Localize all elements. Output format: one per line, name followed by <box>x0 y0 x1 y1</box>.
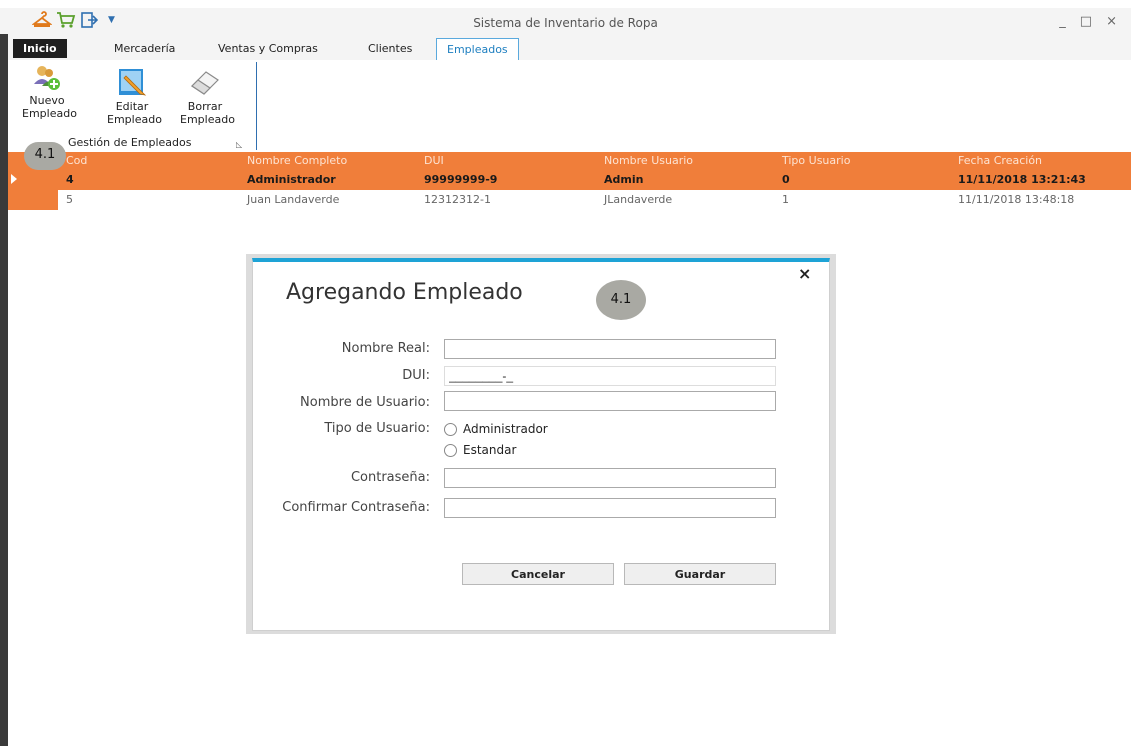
table-row[interactable]: 5 Juan Landaverde 12312312-1 JLandaverde… <box>8 190 1131 210</box>
tab-empleados[interactable]: Empleados <box>436 38 519 61</box>
cell-nombre: Administrador <box>247 173 336 186</box>
radio-estandar-label: Estandar <box>463 443 517 457</box>
row-header-cell[interactable] <box>8 190 58 210</box>
column-header-cod[interactable]: Cod <box>66 152 87 170</box>
cell-tipo: 0 <box>782 173 790 186</box>
cell-usuario: Admin <box>604 173 644 186</box>
cell-tipo: 1 <box>782 193 789 206</box>
contrasena-input[interactable] <box>444 468 776 488</box>
column-header-dui[interactable]: DUI <box>424 152 444 170</box>
table-row[interactable]: 4 Administrador 99999999-9 Admin 0 11/11… <box>8 170 1131 190</box>
window-controls: _ □ × <box>1059 14 1117 29</box>
radio-estandar[interactable]: Estandar <box>444 443 516 457</box>
cancel-button[interactable]: Cancelar <box>462 563 614 585</box>
cell-nombre: Juan Landaverde <box>247 193 340 206</box>
nuevo-empleado-label: Nuevo Empleado <box>22 94 77 120</box>
step-badge: 4.1 <box>24 142 66 170</box>
cell-cod: 5 <box>66 193 73 206</box>
row-selector-arrow-icon <box>11 174 17 184</box>
column-header-usuario[interactable]: Nombre Usuario <box>604 152 693 170</box>
ribbon-group-separator <box>256 62 257 150</box>
maximize-button[interactable]: □ <box>1080 14 1092 29</box>
app-title: Sistema de Inventario de Ropa <box>473 16 658 30</box>
radio-administrador[interactable]: Administrador <box>444 422 548 436</box>
editar-empleado-label: Editar Empleado <box>107 100 162 126</box>
radio-circle-icon <box>444 443 457 457</box>
step-badge: 4.1 <box>596 280 646 320</box>
tab-inicio[interactable]: Inicio <box>13 39 67 58</box>
radio-circle-icon <box>444 422 457 436</box>
left-edge-bar <box>0 34 8 746</box>
dui-input[interactable] <box>444 366 776 386</box>
confirmar-contrasena-input[interactable] <box>444 498 776 518</box>
dialog-title: Agregando Empleado <box>286 280 523 305</box>
cell-fecha: 11/11/2018 13:21:43 <box>958 173 1086 186</box>
nombre-real-label: Nombre Real: <box>341 341 430 356</box>
close-window-button[interactable]: × <box>1106 14 1117 29</box>
cell-dui: 99999999-9 <box>424 173 498 186</box>
cell-fecha: 11/11/2018 13:48:18 <box>958 193 1075 206</box>
close-icon[interactable]: × <box>798 264 811 283</box>
radio-administrador-label: Administrador <box>463 422 548 436</box>
add-user-icon <box>32 64 62 92</box>
minimize-button[interactable]: _ <box>1059 14 1066 29</box>
column-header-fecha[interactable]: Fecha Creación <box>958 152 1042 170</box>
tipo-usuario-label: Tipo de Usuario: <box>324 421 430 436</box>
borrar-empleado-label: Borrar Empleado <box>180 100 235 126</box>
tab-mercaderia[interactable]: Mercadería <box>104 38 185 60</box>
editar-empleado-button[interactable]: Editar Empleado <box>107 66 162 126</box>
tab-clientes[interactable]: Clientes <box>358 38 422 60</box>
grid-header: Cod Nombre Completo DUI Nombre Usuario T… <box>8 152 1131 170</box>
group-launcher-icon[interactable]: ◺ <box>236 140 242 149</box>
dui-label: DUI: <box>402 368 430 383</box>
column-header-nombre[interactable]: Nombre Completo <box>247 152 347 170</box>
edit-icon <box>116 66 148 98</box>
contrasena-label: Contraseña: <box>350 470 430 485</box>
save-button[interactable]: Guardar <box>624 563 776 585</box>
nombre-usuario-input[interactable] <box>444 391 776 411</box>
tab-ventas-compras[interactable]: Ventas y Compras <box>208 38 328 60</box>
borrar-empleado-button[interactable]: Borrar Empleado <box>180 66 235 126</box>
cell-dui: 12312312-1 <box>424 193 491 206</box>
column-header-tipo[interactable]: Tipo Usuario <box>782 152 850 170</box>
nombre-usuario-label: Nombre de Usuario: <box>300 395 430 410</box>
confirmar-contrasena-label: Confirmar Contraseña: <box>282 500 430 515</box>
ribbon-group-label: Gestión de Empleados <box>68 136 192 149</box>
eraser-icon <box>188 66 222 98</box>
cell-usuario: JLandaverde <box>604 193 673 206</box>
nombre-real-input[interactable] <box>444 339 776 359</box>
nuevo-empleado-button[interactable]: Nuevo Empleado <box>22 64 77 120</box>
cell-cod: 4 <box>66 173 74 186</box>
